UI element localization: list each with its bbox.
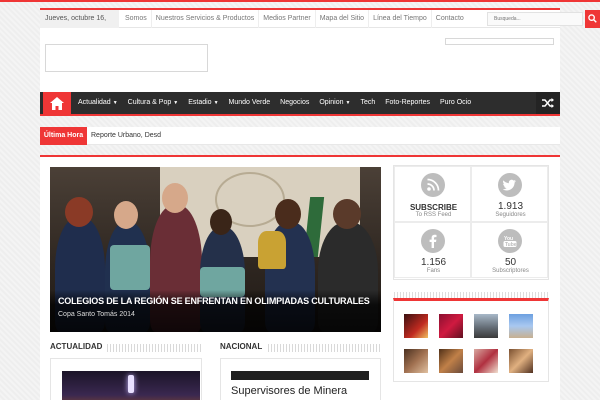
social-counter: SUBSCRIBE To RSS Feed 1.913 Seguidores 1… — [393, 165, 549, 280]
breaking-news-ticker: Última Hora Reporte Urbano, Desd — [40, 127, 560, 145]
nav-label: Foto-Reportes — [385, 99, 430, 106]
svg-text:Tube: Tube — [505, 242, 517, 248]
search-button[interactable] — [585, 10, 600, 28]
home-icon — [50, 97, 64, 110]
twitter-label: Seguidores — [495, 212, 526, 218]
home-button[interactable] — [43, 92, 71, 116]
gallery-thumb[interactable] — [439, 314, 463, 338]
facebook-counter[interactable]: 1.156 Fans — [394, 222, 471, 278]
youtube-icon: You Tube — [498, 229, 522, 253]
nav-label: Puro Ocio — [440, 99, 472, 106]
rss-icon — [421, 173, 445, 197]
nacional-article-image[interactable] — [231, 371, 369, 380]
facebook-label: Fans — [426, 268, 441, 274]
facebook-icon — [421, 229, 445, 253]
gallery-thumb[interactable] — [509, 349, 533, 373]
head — [210, 209, 232, 235]
site-logo[interactable] — [45, 44, 208, 72]
chevron-down-icon: ▼ — [112, 100, 118, 106]
shuffle-icon — [542, 98, 554, 108]
site-header — [40, 28, 560, 92]
nav-item-estadio[interactable]: Estadio ▼ — [183, 92, 223, 114]
nav-label: Opinion — [319, 99, 344, 106]
top-nav: Somos Nuestros Servicios & Productos Med… — [121, 10, 468, 28]
head — [162, 183, 188, 213]
twitter-icon — [498, 173, 522, 197]
nav-label: Actualidad — [78, 99, 111, 106]
nav-item-mundo-verde[interactable]: Mundo Verde — [224, 92, 276, 114]
breaking-news-label: Última Hora — [40, 127, 87, 145]
top-link-linea-tiempo[interactable]: Línea del Tiempo — [368, 10, 431, 28]
chevron-down-icon: ▼ — [173, 100, 179, 106]
nav-item-tech[interactable]: Tech — [355, 92, 380, 114]
youtube-label: Subscriptores — [492, 268, 529, 274]
nav-label: Mundo Verde — [228, 99, 271, 106]
twitter-count: 1.913 — [497, 201, 524, 212]
gallery-thumb[interactable] — [404, 349, 428, 373]
facebook-count: 1.156 — [420, 257, 447, 268]
top-bar: Jueves, octubre 16, 2014 Somos Nuestros … — [40, 8, 600, 40]
section-title-actualidad[interactable]: ACTUALIDAD — [50, 342, 107, 356]
slider-subtitle: Copa Santo Tomás 2014 — [58, 311, 135, 318]
gallery-thumb[interactable] — [474, 349, 498, 373]
rss-title: SUBSCRIBE — [409, 203, 458, 212]
search-input[interactable] — [487, 12, 583, 26]
featured-slider[interactable]: COLEGIOS DE LA REGIÓN SE ENFRENTAN EN OL… — [50, 167, 381, 332]
top-link-mapa-sitio[interactable]: Mapa del Sitio — [314, 10, 368, 28]
chevron-down-icon: ▼ — [345, 100, 351, 106]
head — [275, 199, 301, 229]
nav-item-opinion[interactable]: Opinion ▼ — [314, 92, 355, 114]
nav-item-cultura-pop[interactable]: Cultura & Pop ▼ — [123, 92, 184, 114]
head — [65, 197, 93, 227]
nav-item-foto-reportes[interactable]: Foto-Reportes — [380, 92, 435, 114]
top-link-medios-partner[interactable]: Medios Partner — [258, 10, 314, 28]
current-date: Jueves, octubre 16, 2014 — [40, 10, 119, 40]
random-article-button[interactable] — [536, 92, 560, 114]
chevron-down-icon: ▼ — [213, 100, 219, 106]
nav-label: Cultura & Pop — [127, 99, 172, 106]
nav-item-negocios[interactable]: Negocios — [275, 92, 314, 114]
top-link-somos[interactable]: Somos — [121, 10, 151, 28]
gallery-thumb[interactable] — [439, 349, 463, 373]
slider-title[interactable]: COLEGIOS DE LA REGIÓN SE ENFRENTAN EN OL… — [58, 296, 370, 306]
rss-subscribe[interactable]: SUBSCRIBE To RSS Feed — [394, 166, 471, 222]
head — [333, 199, 361, 229]
nav-item-puro-ocio[interactable]: Puro Ocio — [435, 92, 476, 114]
gallery-thumb[interactable] — [474, 314, 498, 338]
photo-gallery — [393, 298, 549, 382]
main-nav: Actualidad ▼ Cultura & Pop ▼ Estadio ▼ Mund… — [40, 92, 560, 116]
nav-items: Actualidad ▼ Cultura & Pop ▼ Estadio ▼ Mund… — [73, 92, 476, 114]
youtube-count: 50 — [504, 257, 517, 268]
trophy — [258, 231, 286, 269]
header-banner — [445, 38, 554, 45]
green-bag — [110, 245, 150, 290]
image-highlight — [128, 375, 134, 393]
nav-label: Negocios — [280, 99, 310, 106]
top-link-contacto[interactable]: Contacto — [430, 10, 468, 28]
nacional-article-title[interactable]: Supervisores de Minera — [231, 385, 371, 398]
nav-label: Estadio — [188, 99, 212, 106]
rss-label: To RSS Feed — [415, 212, 452, 218]
gallery-thumb[interactable] — [509, 314, 533, 338]
youtube-counter[interactable]: You Tube 50 Subscriptores — [471, 222, 548, 278]
head — [114, 201, 138, 229]
nav-item-actualidad[interactable]: Actualidad ▼ — [73, 92, 123, 114]
breaking-news-headline[interactable]: Reporte Urbano, Desd — [91, 127, 161, 145]
search-icon — [588, 14, 597, 23]
top-link-servicios[interactable]: Nuestros Servicios & Productos — [150, 10, 258, 28]
nav-label: Tech — [360, 99, 376, 106]
twitter-counter[interactable]: 1.913 Seguidores — [471, 166, 548, 222]
top-accent-line — [0, 0, 600, 2]
section-title-nacional[interactable]: NACIONAL — [220, 342, 267, 356]
gallery-thumb[interactable] — [404, 314, 428, 338]
